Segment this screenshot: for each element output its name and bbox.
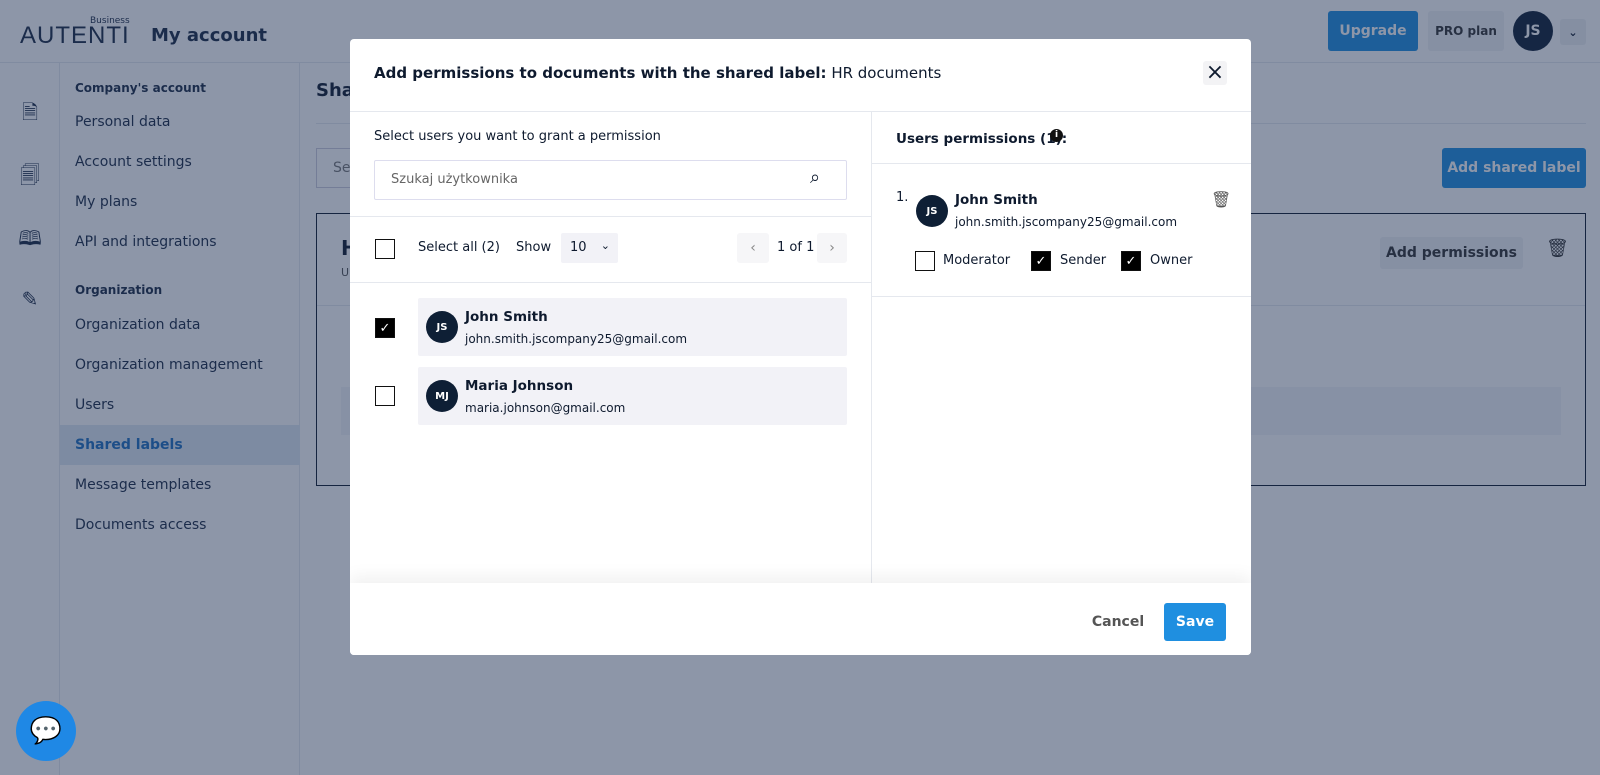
permissions-heading: Users permissions (1): — [896, 131, 1068, 147]
select-all-label: Select all (2) — [418, 240, 500, 255]
add-permissions-modal: Add permissions to documents with the sh… — [350, 39, 1251, 655]
prev-page-button[interactable]: ‹ — [737, 233, 769, 263]
role-label: Owner — [1150, 253, 1193, 268]
divider — [871, 111, 872, 583]
divider — [350, 216, 871, 217]
user-email: john.smith.jscompany25@gmail.com — [955, 215, 1178, 229]
avatar: MJ — [426, 380, 458, 412]
info-icon[interactable]: i — [1050, 129, 1063, 142]
user-name: Maria Johnson — [465, 378, 574, 394]
entry-index: 1. — [896, 190, 909, 205]
user-list-item[interactable]: MJ Maria Johnson maria.johnson@gmail.com — [418, 367, 847, 425]
owner-checkbox[interactable]: ✓ — [1121, 251, 1141, 271]
pagination-text: 1 of 1 — [777, 240, 815, 255]
divider — [872, 296, 1251, 297]
user-email: maria.johnson@gmail.com — [465, 401, 626, 415]
sender-checkbox[interactable]: ✓ — [1031, 251, 1051, 271]
show-label: Show — [516, 240, 552, 255]
search-icon[interactable]: ⌕ — [810, 167, 820, 188]
user-search-input[interactable]: Szukaj użytkownika — [374, 160, 847, 200]
avatar: JS — [426, 311, 458, 343]
modal-title: Add permissions to documents with the sh… — [374, 64, 941, 82]
chevron-down-icon: ⌄ — [600, 239, 610, 252]
title-prefix: Add permissions to documents with the sh… — [374, 64, 827, 82]
page-size-select[interactable]: 10 ⌄ — [561, 233, 618, 263]
divider — [350, 111, 1251, 112]
divider — [350, 282, 871, 283]
select-prompt: Select users you want to grant a permiss… — [374, 129, 661, 144]
cancel-button[interactable]: Cancel — [1090, 603, 1146, 641]
chat-icon: 💬 — [29, 716, 63, 746]
save-button[interactable]: Save — [1164, 603, 1226, 641]
label-name: HR documents — [831, 64, 942, 82]
page-size-value: 10 — [570, 240, 587, 255]
select-all-checkbox[interactable] — [375, 239, 395, 259]
role-label: Sender — [1060, 253, 1107, 268]
user-email: john.smith.jscompany25@gmail.com — [465, 332, 688, 346]
close-icon[interactable]: × — [1203, 61, 1227, 85]
avatar: JS — [916, 195, 948, 227]
role-label: Moderator — [943, 253, 1011, 268]
user-name: John Smith — [955, 192, 1038, 208]
chat-button[interactable]: 💬 — [16, 701, 76, 761]
divider — [872, 163, 1251, 164]
next-page-button[interactable]: › — [817, 233, 847, 263]
user-list-item[interactable]: JS John Smith john.smith.jscompany25@gma… — [418, 298, 847, 356]
user-name: John Smith — [465, 309, 548, 325]
modal-footer: Cancel Save — [350, 583, 1251, 655]
user-checkbox[interactable]: ✓ — [375, 318, 395, 338]
user-checkbox[interactable] — [375, 386, 395, 406]
trash-icon[interactable]: 🗑 — [1211, 190, 1231, 209]
moderator-checkbox[interactable] — [915, 251, 935, 271]
